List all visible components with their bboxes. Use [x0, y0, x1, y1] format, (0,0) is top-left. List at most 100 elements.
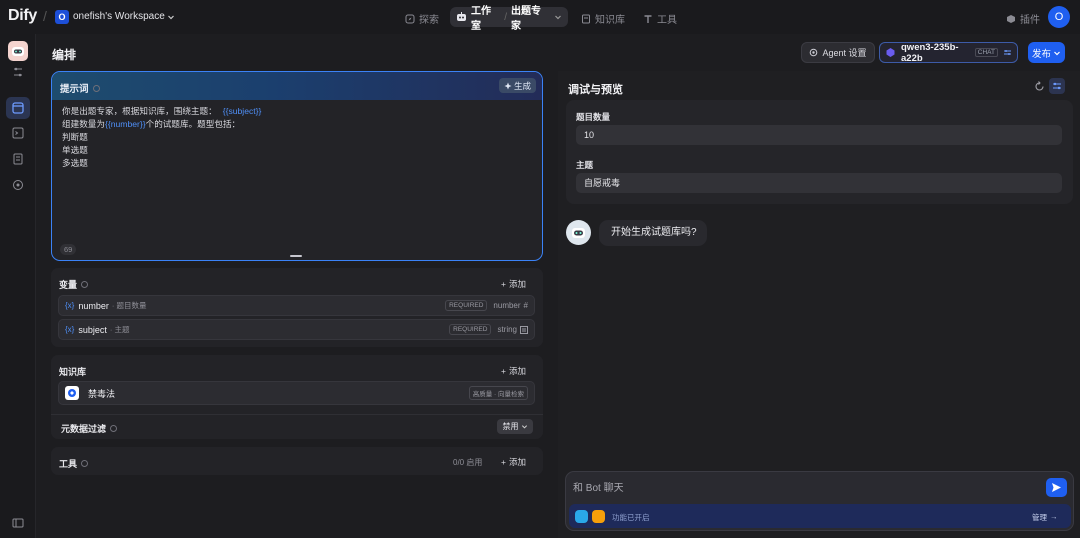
app-icon[interactable]: [8, 41, 28, 61]
workspace-badge[interactable]: O: [55, 10, 69, 24]
hammer-icon: [643, 14, 653, 24]
plugins-label: 插件: [1020, 15, 1040, 26]
collapse-sidebar-icon[interactable]: [11, 516, 25, 530]
variable-chip: {{subject}}: [222, 106, 262, 116]
sparkle-icon: [504, 82, 512, 90]
model-name: qwen3-235b-a22b: [901, 41, 959, 64]
nav-explore[interactable]: 探索: [405, 11, 439, 26]
workspace-name: onefish's Workspace: [73, 11, 165, 22]
knowledge-card: 知识库 + 添加 禁毒法 高质量 · 向量检索 元数据过滤 禁用: [51, 355, 543, 439]
variable-label-text: 题目数量: [116, 301, 147, 310]
manage-features-link[interactable]: 管理 →: [1032, 512, 1058, 523]
page-title: 编排: [52, 48, 77, 62]
variable-name: number: [78, 300, 109, 311]
plus-icon: +: [501, 457, 506, 467]
tools-count: 0/0 启用: [453, 458, 483, 467]
metadata-filter-title: 元数据过滤: [61, 422, 118, 435]
variable-row[interactable]: {x} subject · 主题 REQUIRED string: [58, 319, 535, 340]
subject-input[interactable]: 自愿戒毒: [576, 173, 1062, 193]
add-tool-button[interactable]: + 添加: [501, 456, 526, 468]
nav-studio[interactable]: 工作室 / 出题专家: [450, 6, 568, 32]
variable-label: · 题目数量: [111, 301, 147, 310]
info-icon: [92, 84, 100, 92]
tools-title: 工具: [59, 457, 89, 470]
send-icon: [1051, 482, 1062, 493]
logs-icon[interactable]: [11, 152, 25, 166]
tools-title-label: 工具: [59, 459, 78, 469]
variables-title-label: 变量: [59, 280, 78, 290]
input-label: 主题: [576, 160, 594, 170]
chevron-down-icon: [167, 13, 175, 21]
char-count-badge: 69: [60, 244, 77, 255]
variables-card: 变量 + 添加 {x} number · 题目数量 REQUIRED numbe…: [51, 268, 543, 347]
bot-message: 开始生成试题库吗?: [599, 220, 707, 246]
knowledge-item[interactable]: 禁毒法 高质量 · 向量检索: [58, 381, 535, 405]
hash-icon: #: [523, 301, 528, 310]
variable-label: · 主题: [109, 325, 130, 334]
prompt-text: 组建数量为: [62, 119, 105, 129]
variable-brace-icon: {x}: [65, 301, 75, 310]
nav-studio-app[interactable]: 出题专家: [511, 2, 550, 32]
variables-title: 变量: [59, 278, 89, 291]
arrow-right-icon: →: [1050, 512, 1058, 521]
resize-handle[interactable]: [290, 255, 302, 257]
prompt-textarea[interactable]: 你是出题专家，根据知识库，围绕主题： {{subject}} 组建数量为{{num…: [62, 105, 261, 170]
user-avatar[interactable]: O: [1048, 6, 1070, 28]
add-label: 添加: [508, 457, 526, 467]
compass-icon: [405, 14, 415, 24]
nav-explore-label: 探索: [419, 15, 439, 26]
nav-tools[interactable]: 工具: [643, 11, 677, 26]
prompt-line: 判断题: [62, 132, 88, 142]
plus-icon: +: [501, 366, 506, 376]
number-input[interactable]: 10: [576, 125, 1062, 145]
book-icon: [581, 14, 591, 24]
required-badge: REQUIRED: [445, 300, 488, 311]
gear-icon: [809, 48, 818, 57]
knowledge-title: 知识库: [59, 367, 87, 377]
debug-title: 调试与预览: [568, 84, 623, 96]
cube-icon: [1006, 14, 1016, 24]
tools-card: 工具 0/0 启用 + 添加: [51, 447, 543, 475]
variable-type-label: string: [497, 325, 517, 334]
nav-knowledge[interactable]: 知识库: [581, 11, 625, 26]
prompt-editor-card: 提示词 生成 你是出题专家，根据知识库，围绕主题： {{subject}} 组建数…: [51, 71, 543, 261]
chat-input[interactable]: [573, 481, 1033, 495]
variable-brace-icon: {x}: [65, 325, 75, 334]
model-settings-icon: [1003, 48, 1012, 57]
dify-logo[interactable]: Dify: [8, 7, 37, 25]
variable-type-label: number: [493, 301, 521, 310]
send-button[interactable]: [1046, 478, 1067, 497]
variable-type: number #: [493, 301, 528, 310]
nav-knowledge-label: 知识库: [595, 15, 625, 26]
publish-button[interactable]: 发布: [1028, 42, 1065, 63]
metadata-filter-select[interactable]: 禁用: [497, 419, 533, 434]
prompt-text: 你是出题专家，根据知识库，围绕主题：: [62, 106, 217, 116]
refresh-icon[interactable]: [1034, 81, 1045, 92]
generate-button[interactable]: 生成: [499, 78, 536, 93]
plugins-button[interactable]: 插件: [1006, 11, 1040, 26]
monitor-icon[interactable]: [11, 178, 25, 192]
plus-icon: +: [501, 279, 506, 289]
variable-type: string: [497, 325, 528, 334]
nav-separator: /: [504, 11, 508, 23]
required-badge: REQUIRED: [449, 324, 492, 335]
metadata-filter-label: 元数据过滤: [61, 424, 107, 434]
variables-toggle-icon[interactable]: [1049, 78, 1065, 94]
robot-icon: [456, 12, 467, 22]
variable-row[interactable]: {x} number · 题目数量 REQUIRED number #: [58, 295, 535, 316]
generate-label: 生成: [513, 80, 531, 91]
add-knowledge-button[interactable]: + 添加: [501, 365, 526, 377]
variable-name: subject: [78, 324, 107, 335]
workspace-switcher[interactable]: onefish's Workspace: [73, 11, 175, 22]
sliders-icon[interactable]: [11, 65, 25, 79]
breadcrumb-separator: /: [43, 8, 47, 24]
prompt-title-label: 提示词: [60, 84, 89, 95]
variable-label-text: 主题: [114, 325, 130, 334]
terminal-icon[interactable]: [11, 126, 25, 140]
rail-orchestrate-active[interactable]: [6, 97, 30, 119]
model-selector[interactable]: qwen3-235b-a22b CHAT: [879, 41, 1018, 64]
add-variable-button[interactable]: + 添加: [501, 278, 526, 290]
agent-settings-button[interactable]: Agent 设置: [801, 42, 875, 63]
knowledge-item-name: 禁毒法: [88, 388, 116, 399]
chevron-down-icon: [521, 423, 528, 430]
